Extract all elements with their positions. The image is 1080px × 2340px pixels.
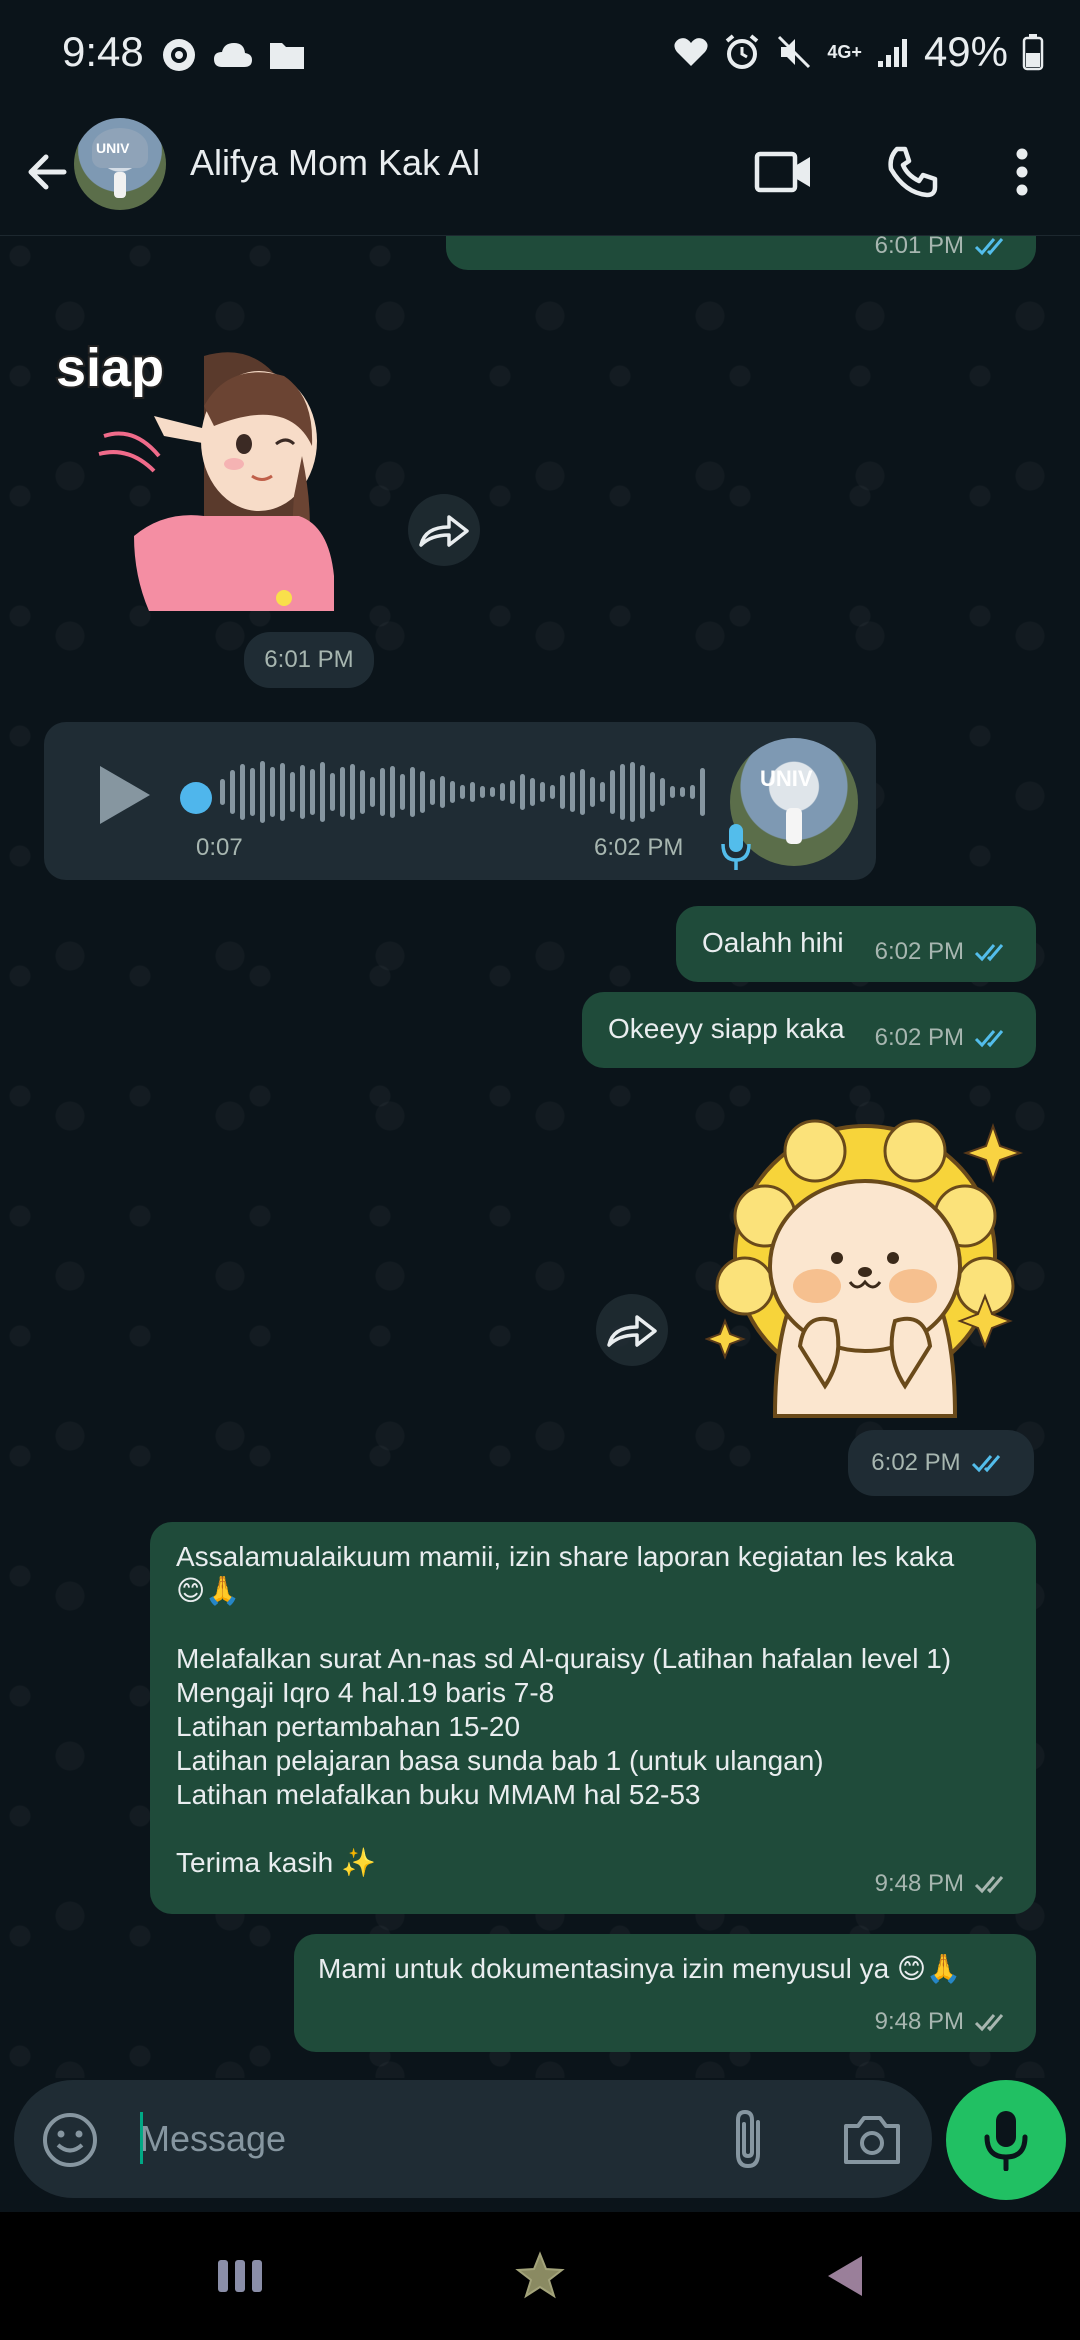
sticker-label: siap [56,338,164,398]
message-text: Okeeyy siapp kaka [608,1013,845,1044]
message-time: 9:48 PM [874,2008,964,2035]
battery-percent: 49% [923,28,1008,75]
status-time: 9:48 [62,28,144,75]
voice-progress-dot[interactable] [180,782,212,814]
status-bar: 9:48 4G+ 49% [0,0,1080,112]
message-input[interactable] [140,2106,700,2172]
sticker-time-pill: 6:02 PM [848,1430,1034,1496]
folder-icon [270,43,304,69]
message-time: 6:01 PM [264,646,354,673]
back-triangle-icon [828,2256,862,2296]
sticker-girl-salute[interactable]: siap [54,336,374,616]
back-button[interactable] [20,142,80,202]
read-ticks-icon [971,1455,1000,1473]
forward-icon [419,515,469,547]
camera-icon [844,2116,900,2164]
recent-apps-icon [218,2260,262,2292]
phone-icon [888,146,938,198]
home-button[interactable] [504,2240,576,2312]
message-bubble-outgoing[interactable]: Assalamualaikuum mamii, izin share lapor… [150,1522,1036,1914]
emoji-button[interactable] [40,2110,100,2170]
message-composer [14,2080,932,2198]
message-time: 9:48 PM [874,1870,964,1897]
read-ticks-icon [974,1030,1004,1048]
voice-record-button[interactable] [946,2080,1066,2200]
message-meta: 6:01 PM [875,236,1014,260]
chat-header: UNIV Alifya Mom Kak Al [0,112,1080,236]
voice-waveform[interactable] [220,761,705,823]
message-time: 6:01 PM [874,236,964,259]
mic-icon [984,2111,1028,2171]
message-meta: 6:02 PM [875,938,1014,966]
chat-area[interactable]: 6:01 PM siap 6:01 PM 0:07 6:02 PM UNIV O… [0,236,1080,2078]
read-ticks-icon [974,238,1004,256]
avatar-text: UNIV [96,140,130,156]
status-app-icon [163,39,195,71]
avatar-figure [114,172,126,198]
message-bubble-outgoing[interactable]: Oalahh hihi 6:02 PM [676,906,1036,982]
message-text: Mami untuk dokumentasinya izin menyusul … [318,1953,961,1984]
camera-button[interactable] [840,2110,904,2170]
message-meta: 6:02 PM [875,1024,1014,1052]
message-time: 6:02 PM [874,938,964,965]
forward-icon [607,1315,657,1347]
message-text: Assalamualaikuum mamii, izin share lapor… [176,1541,955,1878]
status-notification-icons [160,36,306,74]
home-star-icon [515,2251,565,2299]
voice-duration: 0:07 [196,834,243,861]
message-time: 6:02 PM [594,834,684,861]
voice-note-bubble[interactable]: 0:07 6:02 PM UNIV [44,722,876,880]
video-call-icon [754,151,810,193]
message-time: 6:02 PM [874,1024,964,1051]
message-bubble-partial[interactable]: 6:01 PM [446,236,1036,270]
video-call-button[interactable] [748,136,820,208]
delivered-ticks-icon [974,2014,1004,2032]
message-text: Oalahh hihi [702,927,844,958]
mic-icon [721,824,751,870]
contact-avatar[interactable]: UNIV [74,118,166,210]
network-type: 4G+ [827,42,862,62]
message-bubble-outgoing[interactable]: Mami untuk dokumentasinya izin menyusul … [294,1934,1036,2052]
recent-apps-button[interactable] [204,2240,276,2312]
back-nav-button[interactable] [808,2240,880,2312]
contact-name[interactable]: Alifya Mom Kak Al [190,142,480,184]
attach-icon [736,2109,760,2169]
message-meta: 9:48 PM [875,1870,1014,1898]
back-arrow-icon [28,154,67,190]
emoji-icon [43,2113,97,2167]
sticker-sunflower-bear[interactable] [705,1106,1025,1426]
message-meta: 9:48 PM [875,2008,1014,2036]
signal-icon [877,39,907,67]
cloud-icon [214,43,252,67]
heart-icon [674,38,708,66]
play-button[interactable] [94,760,154,830]
mute-icon [778,35,811,69]
message-time: 6:02 PM [871,1449,961,1476]
delivered-ticks-icon [974,1876,1004,1894]
more-options-button[interactable] [986,136,1058,208]
read-ticks-icon [974,944,1004,962]
alarm-icon [726,34,759,69]
more-icon [1016,148,1028,196]
avatar-figure [786,808,802,844]
play-icon [100,766,150,824]
avatar-text: UNIV [760,766,813,791]
system-nav-bar [0,2212,1080,2340]
voice-call-button[interactable] [876,136,948,208]
forward-button[interactable] [596,1294,668,1366]
attach-button[interactable] [718,2108,778,2172]
status-system-icons: 4G+ 49% [673,28,1044,76]
sticker-time-pill: 6:01 PM [244,632,374,688]
message-bubble-outgoing[interactable]: Okeeyy siapp kaka 6:02 PM [582,992,1036,1068]
battery-icon [1022,34,1044,71]
forward-button[interactable] [408,494,480,566]
